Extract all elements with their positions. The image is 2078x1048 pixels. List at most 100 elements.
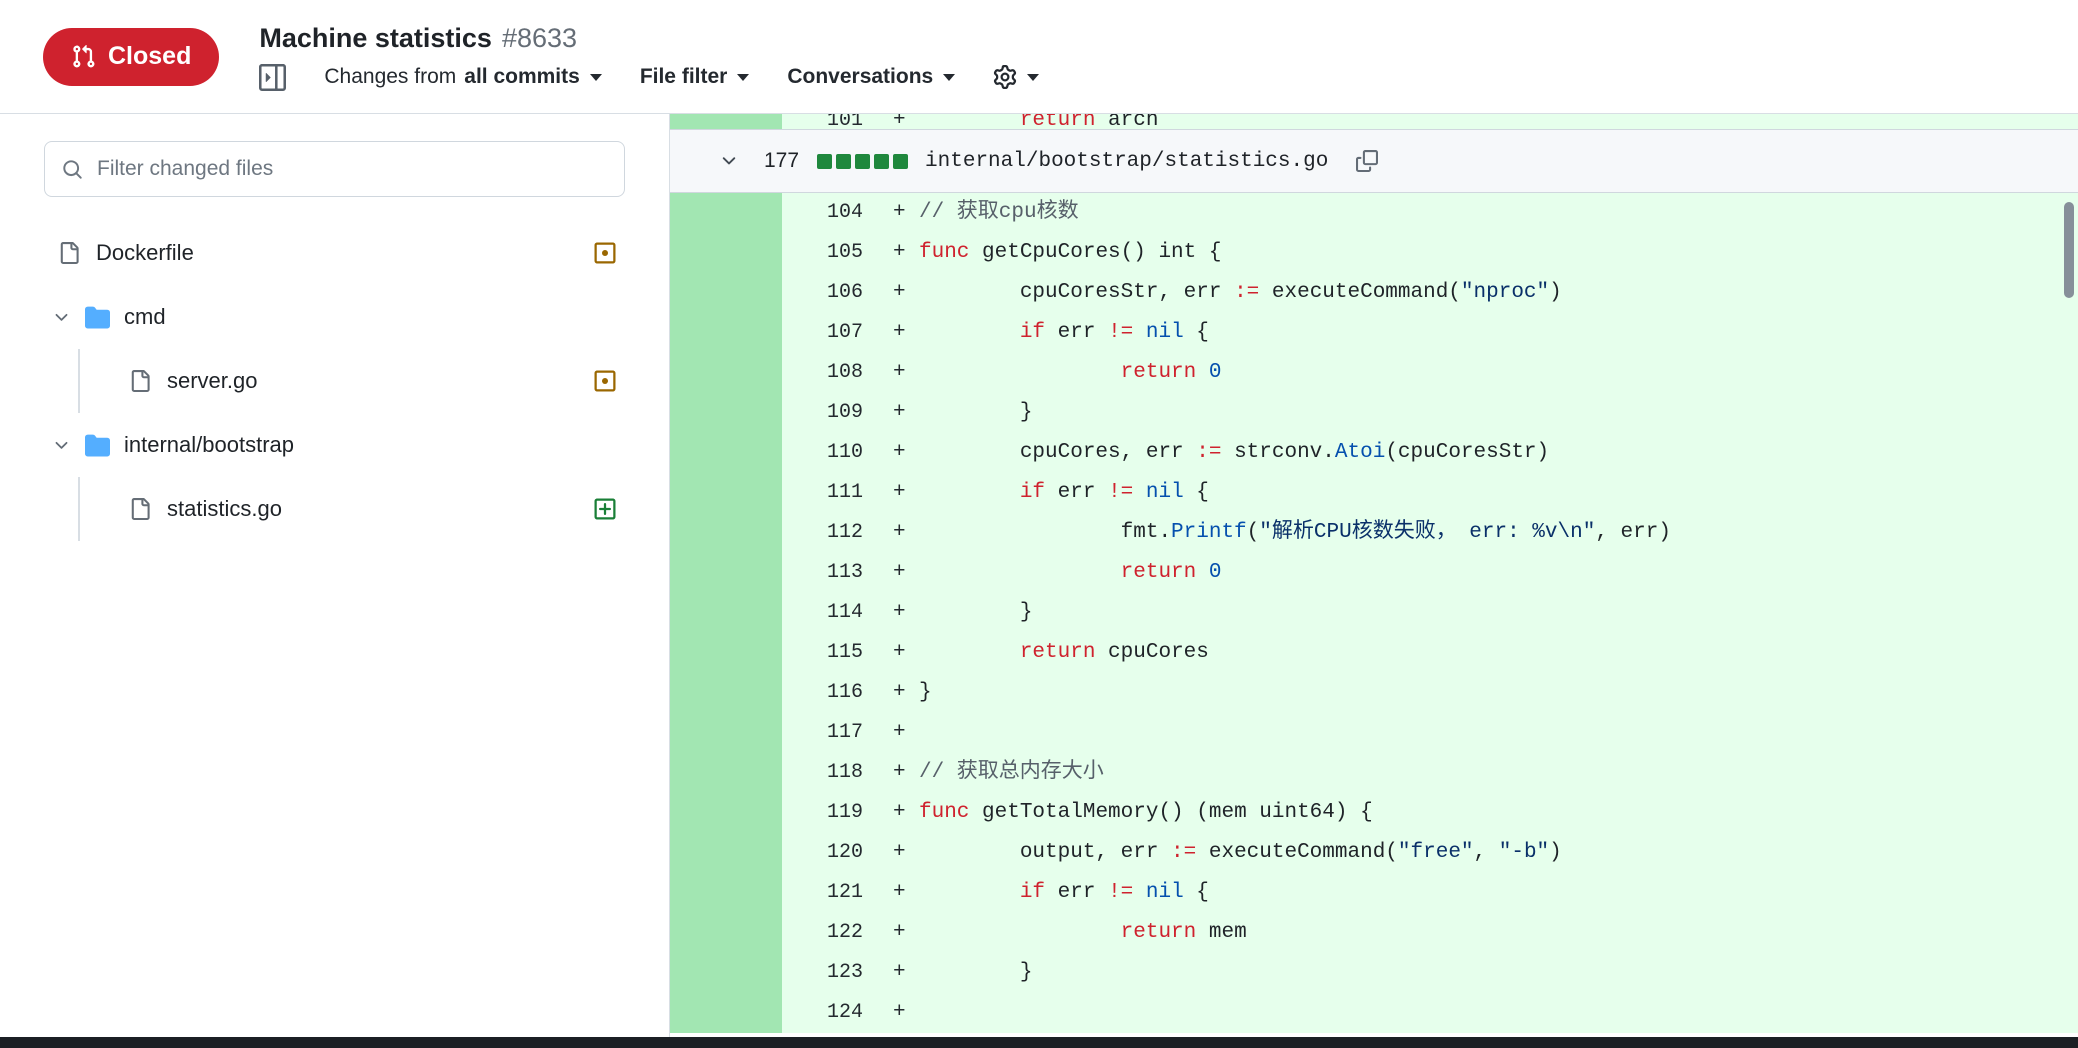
line-number[interactable]: 112 [782,513,889,553]
diff-line[interactable]: 124+ [670,993,2078,1033]
code-line: } [919,673,2078,713]
diff-code-area: 104+// 获取cpu核数105+func getCpuCores() int… [670,193,2078,1033]
diff-line[interactable]: 121+ if err != nil { [670,873,2078,913]
line-number[interactable]: 118 [782,753,889,793]
diff-line[interactable]: 110+ cpuCores, err := strconv.Atoi(cpuCo… [670,433,2078,473]
diff-line[interactable]: 107+ if err != nil { [670,313,2078,353]
line-number[interactable]: 111 [782,473,889,513]
diff-add-sign: + [889,873,919,913]
diff-gutter-band [670,553,782,593]
diffstat-square [836,154,851,169]
line-number[interactable]: 119 [782,793,889,833]
pr-title-row: Machine statistics#8633 [259,22,1039,54]
diff-line[interactable]: 117+ [670,713,2078,753]
diffstat-square [874,154,889,169]
line-number[interactable]: 105 [782,233,889,273]
code-line: } [919,953,2078,993]
tree-folder-internal-bootstrap[interactable]: internal/bootstrap [0,413,669,477]
tree-folder-cmd[interactable]: cmd [0,285,669,349]
line-number[interactable]: 121 [782,873,889,913]
tree-item-server-go[interactable]: server.go [0,349,669,413]
chevron-down-icon [737,74,749,81]
file-filter-search[interactable] [44,141,625,197]
diff-add-sign: + [889,913,919,953]
diff-line[interactable]: 104+// 获取cpu核数 [670,193,2078,233]
code-line: cpuCores, err := strconv.Atoi(cpuCoresSt… [919,433,2078,473]
diff-line[interactable]: 123+ } [670,953,2078,993]
diff-line[interactable]: 115+ return cpuCores [670,633,2078,673]
diff-gutter-band [670,633,782,673]
line-number[interactable]: 122 [782,913,889,953]
tree-item-dockerfile[interactable]: Dockerfile [0,221,669,285]
line-number[interactable]: 110 [782,433,889,473]
code-line [919,713,2078,753]
diff-gutter-band [670,593,782,633]
code-line: } [919,393,2078,433]
diff-line[interactable]: 114+ } [670,593,2078,633]
tree-item-statistics-go[interactable]: statistics.go [0,477,669,541]
tree-item-label: Dockerfile [96,240,194,266]
code-line: return arch [919,114,2078,129]
diff-line[interactable]: 111+ if err != nil { [670,473,2078,513]
pr-files-changed-page: Closed Machine statistics#8633 Changes f… [0,0,2078,1048]
line-number[interactable]: 107 [782,313,889,353]
line-number[interactable]: 104 [782,193,889,233]
line-number[interactable]: 113 [782,553,889,593]
file-icon [129,498,151,520]
line-number[interactable]: 123 [782,953,889,993]
code-line: } [919,593,2078,633]
conversations-label: Conversations [787,65,933,89]
diff-line[interactable]: 109+ } [670,393,2078,433]
line-number[interactable]: 115 [782,633,889,673]
conversations-dropdown[interactable]: Conversations [787,65,955,89]
line-number[interactable]: 116 [782,673,889,713]
code-line: cpuCoresStr, err := executeCommand("npro… [919,273,2078,313]
folder-icon [85,305,110,330]
diff-file-header[interactable]: 177 internal/bootstrap/statistics.go [670,129,2078,193]
diff-add-sign: + [889,753,919,793]
collapse-file-chevron-icon[interactable] [719,151,739,171]
diff-line[interactable]: 113+ return 0 [670,553,2078,593]
pr-status-badge: Closed [43,28,219,86]
diff-add-sign: + [889,433,919,473]
diff-add-sign: + [889,633,919,673]
vertical-scrollbar[interactable] [2064,202,2074,298]
diff-gutter-band [670,433,782,473]
line-number[interactable]: 109 [782,393,889,433]
diff-settings-dropdown[interactable] [993,65,1039,89]
diff-gutter-band [670,233,782,273]
diffstat-square [855,154,870,169]
file-filter-dropdown[interactable]: File filter [640,65,750,89]
line-number[interactable]: 124 [782,993,889,1033]
status-badge-label: Closed [108,42,191,71]
line-number: 101 [782,114,889,129]
tree-item-label: cmd [124,304,166,330]
changes-from-dropdown[interactable]: Changes from all commits [324,65,601,89]
tree-item-label: statistics.go [167,496,282,522]
diff-line[interactable]: 106+ cpuCoresStr, err := executeCommand(… [670,273,2078,313]
diff-line[interactable]: 120+ output, err := executeCommand("free… [670,833,2078,873]
changes-from-label: Changes from [324,65,456,89]
pr-header: Closed Machine statistics#8633 Changes f… [0,0,2078,114]
diff-line[interactable]: 105+func getCpuCores() int { [670,233,2078,273]
line-number[interactable]: 114 [782,593,889,633]
diff-line[interactable]: 116+} [670,673,2078,713]
line-number[interactable]: 117 [782,713,889,753]
toggle-file-tree-button[interactable] [259,64,286,91]
diff-gutter-band [670,833,782,873]
diff-line[interactable]: 112+ fmt.Printf("解析CPU核数失败， err: %v\n", … [670,513,2078,553]
line-number[interactable]: 106 [782,273,889,313]
line-number[interactable]: 108 [782,353,889,393]
code-line: return 0 [919,553,2078,593]
line-number[interactable]: 120 [782,833,889,873]
filter-changed-files-input[interactable] [97,157,607,181]
diff-gutter-band [670,393,782,433]
diff-line[interactable]: 122+ return mem [670,913,2078,953]
diff-line[interactable]: 118+// 获取总内存大小 [670,753,2078,793]
diff-add-sign: + [889,713,919,753]
diff-line[interactable]: 108+ return 0 [670,353,2078,393]
copy-file-path-button[interactable] [1356,150,1378,172]
file-tree-sidebar: Dockerfile cmd server.go [0,114,670,1048]
diff-add-sign: + [889,193,919,233]
diff-line[interactable]: 119+func getTotalMemory() (mem uint64) { [670,793,2078,833]
